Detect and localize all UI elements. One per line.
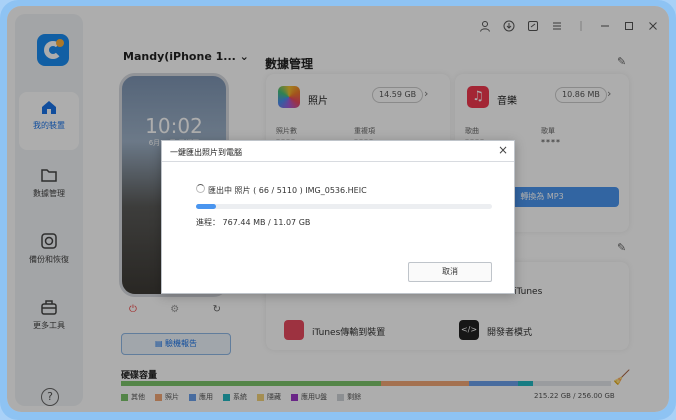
dialog-title: 一鍵匯出照片到電腦 [170,148,242,157]
export-progress-fill [196,204,217,209]
dialog-close-icon[interactable]: × [498,143,508,157]
export-status-text: 匯出中 照片 ( 66 / 5110 ) IMG_0536.HEIC [208,186,367,195]
export-progress-bar [196,204,492,209]
loading-spinner-icon [196,184,205,193]
cancel-button[interactable]: 取消 [408,262,492,282]
export-progress-text: 進程： 767.44 MB / 11.07 GB [196,218,311,227]
app-window: 我的裝置 數據管理 備份和恢復 更多工具 ? Mandy(iPhone 1...… [7,6,669,412]
export-photos-dialog: 一鍵匯出照片到電腦 × 匯出中 照片 ( 66 / 5110 ) IMG_053… [161,140,515,294]
dialog-divider [162,161,514,162]
